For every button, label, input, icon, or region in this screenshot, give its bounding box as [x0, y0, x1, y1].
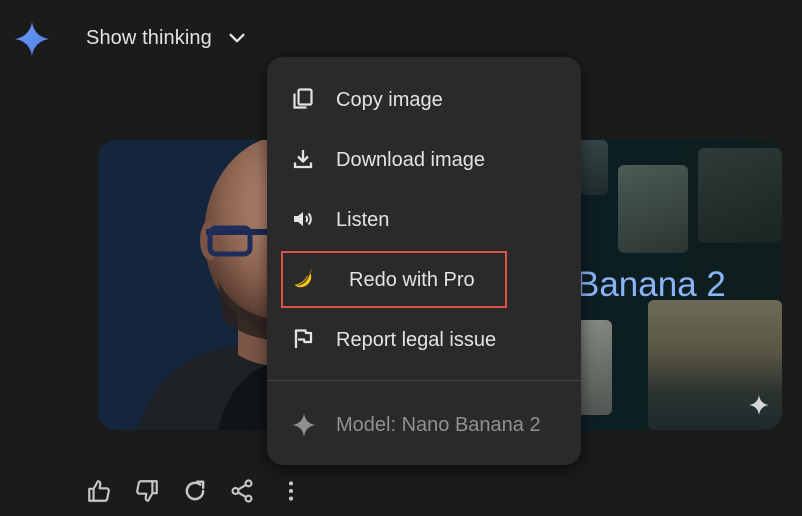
copy-icon	[293, 88, 313, 109]
report-legal-issue-menu-item[interactable]: Report legal issue	[267, 315, 581, 363]
model-info: Model: Nano Banana 2	[267, 400, 581, 448]
menu-item-label: Listen	[336, 209, 390, 231]
thumbs-down-button[interactable]	[134, 478, 160, 504]
thumbnail-tile	[618, 165, 688, 253]
model-label: Model: Nano Banana 2	[336, 414, 541, 436]
thumbs-down-icon	[136, 480, 158, 502]
sparkle-watermark-icon	[748, 394, 770, 416]
gemini-sparkle-icon	[14, 21, 50, 57]
banana-icon	[294, 269, 313, 288]
more-vert-icon	[288, 481, 294, 501]
menu-item-label: Copy image	[336, 89, 443, 111]
image-headline: Banana 2	[576, 265, 726, 304]
share-button[interactable]	[229, 478, 255, 504]
redo-icon	[185, 480, 205, 501]
thumbnail-tile	[698, 148, 782, 243]
show-thinking-label: Show thinking	[86, 26, 212, 49]
thumbs-up-button[interactable]	[86, 478, 112, 504]
menu-item-label: Report legal issue	[336, 329, 497, 351]
menu-item-label: Download image	[336, 149, 485, 171]
thumbs-up-icon	[88, 480, 110, 502]
download-icon	[293, 150, 313, 169]
download-image-menu-item[interactable]: Download image	[267, 135, 581, 183]
speaker-icon	[294, 212, 312, 226]
show-thinking-toggle[interactable]: Show thinking	[86, 24, 248, 52]
menu-divider	[267, 380, 581, 381]
listen-menu-item[interactable]: Listen	[267, 195, 581, 243]
flag-icon	[294, 329, 313, 348]
redo-with-pro-menu-item[interactable]: Redo with Pro	[267, 255, 581, 303]
copy-image-menu-item[interactable]: Copy image	[267, 75, 581, 123]
share-icon	[231, 479, 253, 503]
regenerate-button[interactable]	[182, 478, 208, 504]
sparkle-icon	[292, 413, 316, 437]
image-context-menu: Copy image Download image Listen Redo wi…	[267, 57, 581, 465]
chevron-down-icon	[229, 33, 245, 43]
more-options-button[interactable]	[278, 478, 304, 504]
menu-item-label: Redo with Pro	[349, 269, 475, 291]
